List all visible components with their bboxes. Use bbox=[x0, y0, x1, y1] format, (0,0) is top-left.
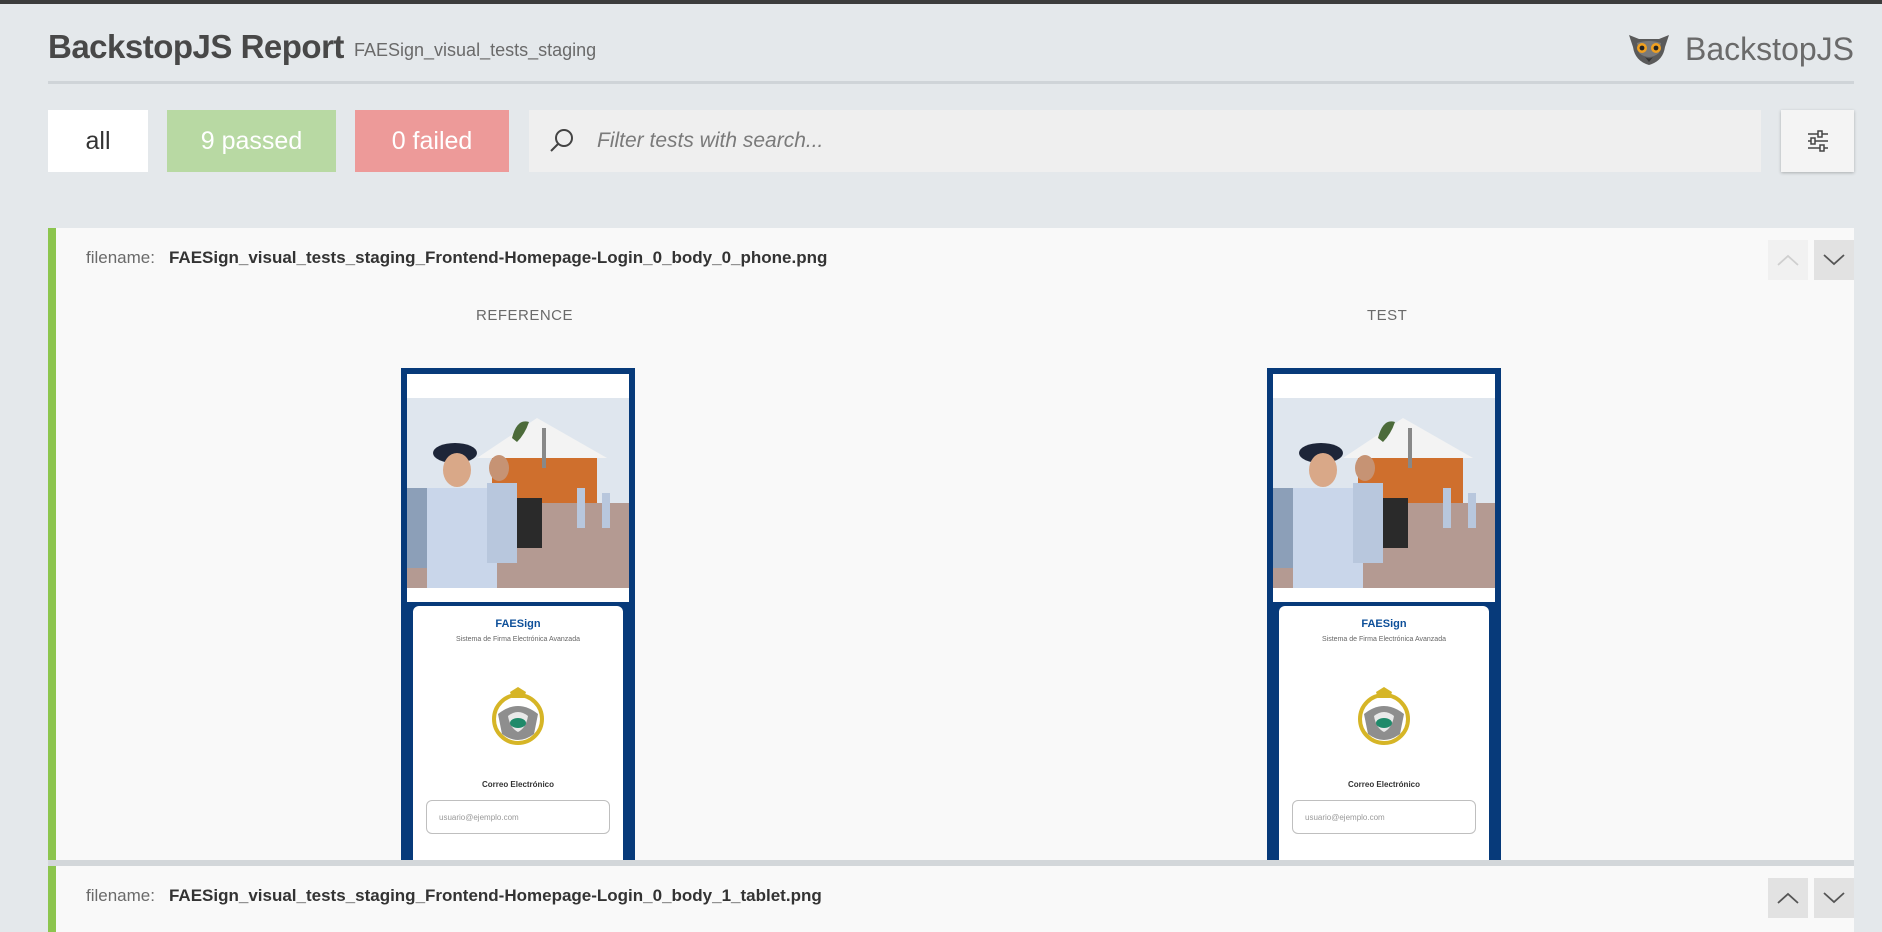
filename-value: FAESign_visual_tests_staging_Frontend-Ho… bbox=[168, 886, 822, 905]
scroll-down-button[interactable] bbox=[1814, 878, 1854, 918]
settings-button[interactable] bbox=[1781, 110, 1854, 172]
app-subtitle: Sistema de Firma Electrónica Avanzada bbox=[456, 636, 580, 643]
test-result-card: filename: FAESign_visual_tests_staging_F… bbox=[48, 228, 1854, 862]
chevron-down-icon bbox=[1823, 892, 1845, 904]
email-label: Correo Electrónico bbox=[1347, 780, 1420, 789]
test-result-card: filename: FAESign_visual_tests_staging_F… bbox=[48, 866, 1854, 932]
search-icon bbox=[550, 129, 573, 152]
email-label: Correo Electrónico bbox=[481, 780, 554, 789]
filter-passed-button[interactable]: 9 passed bbox=[167, 110, 336, 172]
scroll-up-button[interactable] bbox=[1768, 878, 1808, 918]
brand: BackstopJS bbox=[1625, 28, 1854, 70]
crest-emblem bbox=[1358, 687, 1410, 745]
filename-row: filename: FAESign_visual_tests_staging_F… bbox=[86, 886, 822, 906]
hero-photo bbox=[1273, 398, 1495, 588]
lemur-logo-icon bbox=[1629, 35, 1670, 65]
page-title: BackstopJS Report bbox=[48, 28, 344, 65]
login-card: FAESign Sistema de Firma Electrónica Ava… bbox=[1279, 606, 1489, 862]
test-label: TEST bbox=[1367, 307, 1408, 324]
chevron-up-icon bbox=[1777, 254, 1799, 266]
chevron-up-icon bbox=[1777, 892, 1799, 904]
filter-all-button[interactable]: all bbox=[48, 110, 148, 172]
hero-area bbox=[407, 374, 629, 602]
filename-label: filename: bbox=[86, 248, 155, 267]
hero-photo bbox=[407, 398, 629, 588]
reference-label: REFERENCE bbox=[476, 307, 574, 324]
crest-emblem bbox=[492, 687, 544, 745]
filename-value: FAESign_visual_tests_staging_Frontend-Ho… bbox=[168, 248, 828, 267]
scroll-down-button[interactable] bbox=[1814, 240, 1854, 280]
search-input[interactable] bbox=[597, 129, 1761, 153]
search-bar bbox=[529, 110, 1761, 172]
settings-sliders-icon bbox=[1807, 130, 1828, 152]
app-title: FAESign bbox=[495, 618, 541, 630]
login-card: FAESign Sistema de Firma Electrónica Ava… bbox=[413, 606, 623, 862]
app-subtitle: Sistema de Firma Electrónica Avanzada bbox=[1322, 636, 1446, 643]
reference-screenshot[interactable]: FAESign Sistema de Firma Electrónica Ava… bbox=[401, 368, 635, 862]
report-header: BackstopJS Report FAESign_visual_tests_s… bbox=[48, 28, 1854, 84]
project-name: FAESign_visual_tests_staging bbox=[354, 40, 597, 60]
top-border bbox=[0, 0, 1882, 4]
test-screenshot[interactable]: FAESign Sistema de Firma Electrónica Ava… bbox=[1267, 368, 1501, 862]
filter-failed-button[interactable]: 0 failed bbox=[355, 110, 509, 172]
chevron-down-icon bbox=[1823, 254, 1845, 266]
hero-area bbox=[1273, 374, 1495, 602]
app-title: FAESign bbox=[1361, 618, 1407, 630]
brand-name: BackstopJS bbox=[1685, 30, 1854, 67]
filename-label: filename: bbox=[86, 886, 155, 905]
filter-toolbar: all 9 passed 0 failed bbox=[48, 110, 1854, 172]
email-field: usuario@ejemplo.com bbox=[426, 800, 610, 834]
scroll-up-button[interactable] bbox=[1768, 240, 1808, 280]
email-field: usuario@ejemplo.com bbox=[1292, 800, 1476, 834]
filename-row: filename: FAESign_visual_tests_staging_F… bbox=[86, 248, 827, 268]
